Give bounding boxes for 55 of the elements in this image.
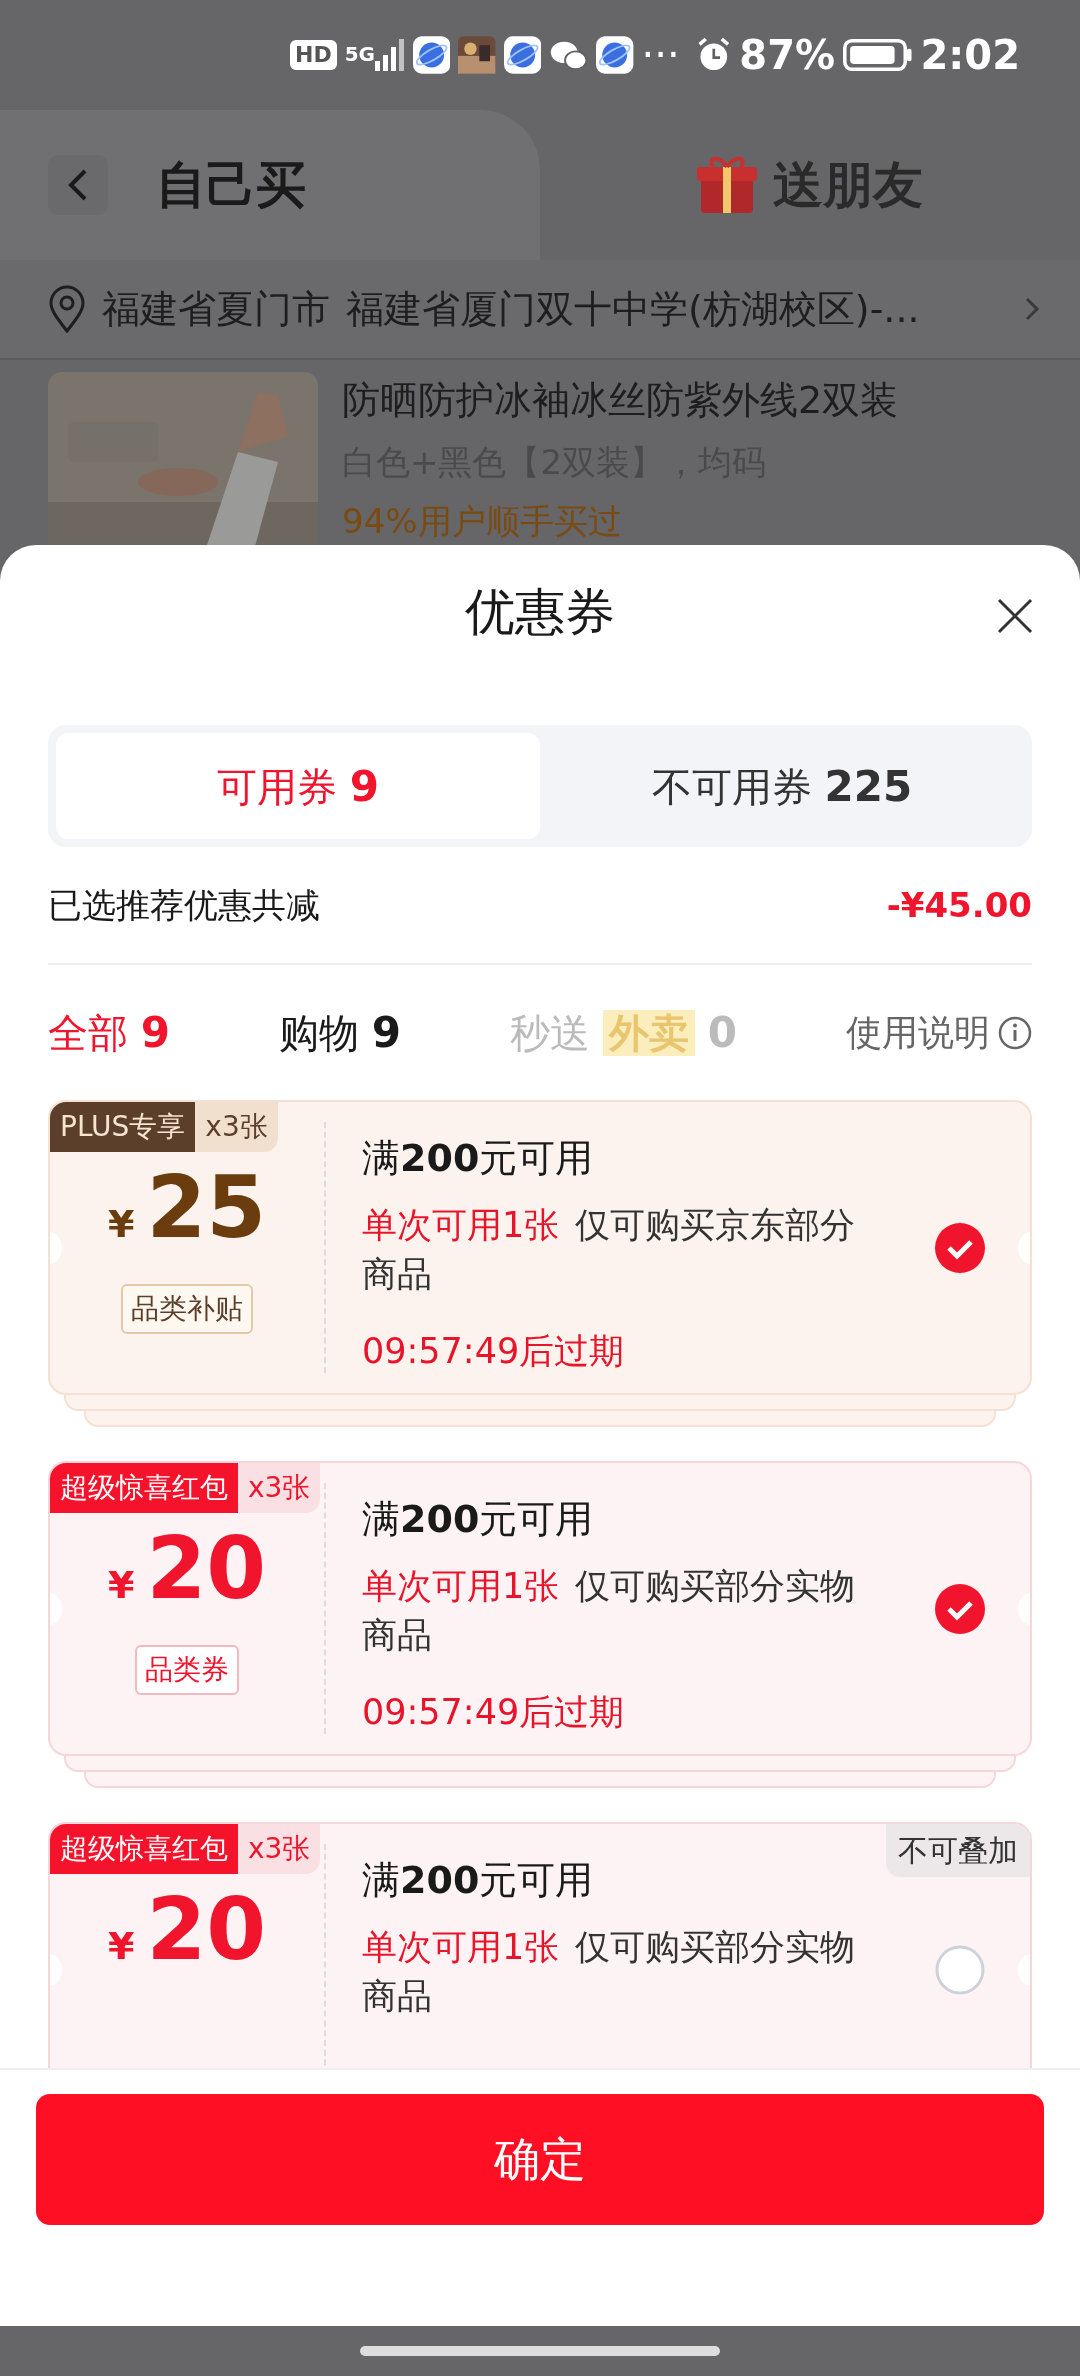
coupon-card[interactable]: 超级惊喜红包 x3张 ¥20 满200元可用 单次可用1张 仅可购买部分实物商品 不可叠加: [48, 1822, 1032, 2068]
header-tab[interactable]: 自己买: [156, 147, 306, 223]
signal-icon: [375, 39, 406, 71]
chevron-right-icon: [1024, 296, 1040, 322]
radio-button[interactable]: [934, 1943, 986, 1996]
stack-note: 不可叠加: [886, 1824, 1030, 1877]
coupon-badge: PLUS专享: [50, 1102, 196, 1152]
filter-tab[interactable]: 全部 9: [48, 1001, 170, 1064]
coupon-quantity: x3张: [238, 1463, 321, 1513]
coupon-description: 单次可用1张 仅可购买京东部分商品: [362, 1204, 857, 1296]
coupon-condition: 满200元可用: [362, 1135, 595, 1182]
address-region: 福建省夏门市: [102, 285, 330, 333]
coupon-amount: ¥25: [107, 1164, 267, 1250]
coupon-description: 单次可用1张 仅可购买部分实物商品: [362, 1565, 857, 1657]
coupon-quantity: x3张: [195, 1102, 278, 1152]
clock: 2:02: [920, 31, 1020, 80]
coupon-condition: 满200元可用: [362, 1857, 595, 1904]
coupon-expiry: 09:57:49后过期: [362, 1330, 626, 1373]
battery-icon: [843, 37, 913, 73]
product-note: 94%用户顺手买过: [342, 500, 623, 543]
coupon-tag: 品类券: [135, 1645, 239, 1695]
planet-app-icon: [596, 34, 634, 76]
planet-app-icon: [413, 34, 451, 76]
sheet-title: 优惠券: [465, 582, 615, 643]
location-pin-icon: [48, 285, 86, 333]
coupon-condition: 满200元可用: [362, 1496, 595, 1543]
coupon-tag: 品类补贴: [121, 1284, 253, 1334]
battery-percent: 87%: [739, 31, 836, 80]
coupon-badge: 超级惊喜红包: [50, 1463, 238, 1513]
coupon-amount: ¥20: [107, 1886, 267, 1972]
discount-total: -¥45.00: [886, 883, 1032, 927]
info-icon: [998, 1015, 1032, 1050]
network-label: 5G: [344, 41, 376, 68]
coupon-quantity: x3张: [238, 1824, 321, 1874]
hd-indicator: HD: [290, 40, 337, 70]
gift-icon: [697, 155, 757, 215]
planet-app-icon: [503, 34, 542, 76]
coupon-card[interactable]: PLUS专享 x3张 ¥25 品类补贴 满200元可用 单次可用1张 仅可购买京东部分商品 09:57:49后过期: [48, 1100, 1032, 1395]
coupon-description: 单次可用1张 仅可购买部分实物商品: [362, 1926, 857, 2018]
coupon-amount: ¥20: [107, 1525, 267, 1611]
coupon-badge: 超级惊喜红包: [50, 1824, 238, 1874]
confirm-button[interactable]: 确定: [36, 2094, 1044, 2225]
help-link[interactable]: 使用说明: [846, 1005, 1032, 1060]
more-indicator: ···: [641, 31, 680, 80]
address-detail: 福建省厦门双十中学(枋湖校区)-...: [346, 285, 921, 333]
filter-tab[interactable]: 购物 9: [279, 1001, 402, 1064]
coupon-card[interactable]: 超级惊喜红包 x3张 ¥20 品类券 满200元可用 单次可用1张 仅可购买部分实物商品 09:57:49后过期: [48, 1461, 1032, 1756]
checked-icon[interactable]: [934, 1221, 986, 1274]
coupon-tab[interactable]: 不可用券 225: [540, 733, 1024, 839]
coupon-tab[interactable]: 可用券 9: [56, 733, 540, 839]
back-button[interactable]: [48, 155, 108, 215]
coupon-expiry: 09:57:49后过期: [362, 1691, 626, 1734]
checked-icon[interactable]: [934, 1582, 986, 1635]
product-title: 防晒防护冰袖冰丝防紫外线2双装: [342, 377, 899, 424]
summary-label: 已选推荐优惠共减: [48, 883, 320, 927]
